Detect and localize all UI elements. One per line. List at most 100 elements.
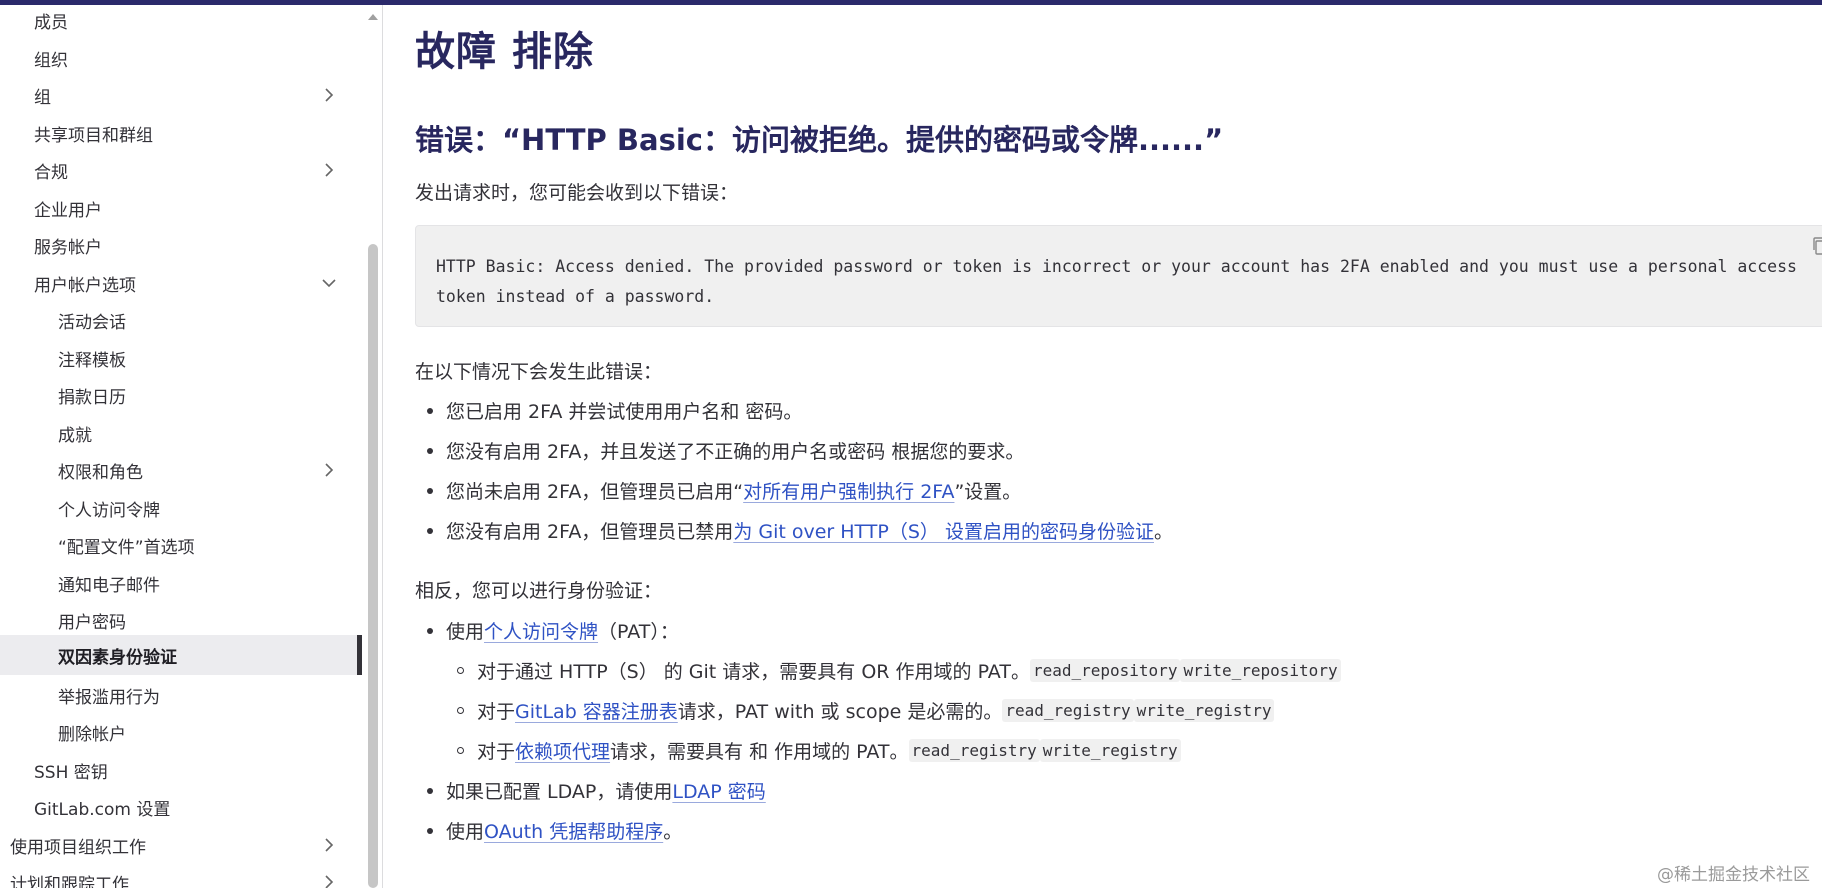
sidebar-item-ssh-keys[interactable]: SSH 密钥 [0, 752, 362, 788]
list-item-text: 对于通过 HTTP（S） 的 Git 请求，需要具有 OR 作用域的 PAT。 [477, 661, 1030, 683]
sidebar-item-label: 成员 [34, 12, 68, 33]
sidebar-item-comment-templates[interactable]: 注释模板 [0, 340, 362, 376]
list-item: 对于 GitLab 容器注册表 请求，PAT with 或 scope 是必需的。… [457, 697, 1275, 724]
error-heading: 错误：“HTTP Basic：访问被拒绝。提供的密码或令牌......” [415, 123, 1224, 157]
list-item-text: 。 [663, 821, 683, 843]
list-item-text: ”设置。 [954, 481, 1022, 503]
sidebar-item-two-factor-auth[interactable]: 双因素身份验证 [0, 635, 362, 675]
sidebar-item-label: 通知电子邮件 [58, 575, 160, 596]
sidebar-item-shared-projects[interactable]: 共享项目和群组 [0, 115, 362, 151]
list-item-text: 请求，PAT with 或 scope 是必需的。 [677, 701, 1003, 723]
list-item: 使用 OAuth 凭据帮助程序。 [427, 817, 682, 844]
sidebar-item-label: 企业用户 [34, 200, 102, 221]
sidebar-item-label: 用户密码 [58, 612, 126, 633]
sidebar-item-achievements[interactable]: 成就 [0, 415, 362, 451]
cases-intro: 在以下情况下会发生此错误： [415, 361, 663, 383]
sidebar-item-groups[interactable]: 组 [0, 77, 362, 113]
list-item-text: 如果已配置 LDAP，请使用 [446, 781, 673, 803]
sidebar-item-notification-emails[interactable]: 通知电子邮件 [0, 565, 362, 601]
sidebar-item-report-abuse[interactable]: 举报滥用行为 [0, 677, 362, 713]
list-item-text: （PAT）： [598, 621, 679, 643]
sidebar-scrollbar-thumb[interactable] [368, 244, 378, 888]
list-item-text: 您已启用 2FA 并尝试使用用户名和 密码。 [446, 401, 803, 423]
inline-code: read_repository [1029, 659, 1181, 682]
sidebar-item-active-sessions[interactable]: 活动会话 [0, 302, 362, 338]
sidebar-item-contribution-calendar[interactable]: 捐款日历 [0, 377, 362, 413]
code-block: HTTP Basic: Access denied. The provided … [415, 225, 1822, 327]
inline-code: write_repository [1180, 659, 1341, 682]
sidebar-item-label: GitLab.com 设置 [34, 799, 171, 820]
bullet [427, 407, 433, 414]
sidebar-item-label: 共享项目和群组 [34, 125, 153, 146]
sidebar-item-delete-account[interactable]: 删除帐户 [0, 714, 362, 750]
sidebar-item-plan-track-work[interactable]: 计划和跟踪工作 [0, 864, 362, 888]
inline-code: read_registry [1002, 699, 1134, 722]
list-item-text: 您没有启用 2FA，但管理员已禁用 [446, 521, 734, 543]
chevron-right-icon[interactable] [320, 461, 338, 479]
sidebar-item-label: 计划和跟踪工作 [10, 874, 129, 888]
watermark: @稀土掘金技术社区 [1657, 865, 1810, 885]
inline-code: write_registry [1133, 699, 1275, 722]
sidebar-divider [382, 5, 383, 888]
sidebar-item-gitlab-com-settings[interactable]: GitLab.com 设置 [0, 789, 362, 825]
list-item: 对于通过 HTTP（S） 的 Git 请求，需要具有 OR 作用域的 PAT。 r… [457, 657, 1341, 684]
list-item: 您已启用 2FA 并尝试使用用户名和 密码。 [427, 397, 802, 424]
code-text: HTTP Basic: Access denied. The provided … [436, 257, 1807, 306]
page-title: 故障 排除 [415, 29, 594, 75]
chevron-down-icon[interactable] [320, 274, 338, 292]
sidebar-item-label: 权限和角色 [58, 462, 143, 483]
sidebar-item-organization[interactable]: 组织 [0, 40, 362, 76]
sidebar-item-compliance[interactable]: 合规 [0, 152, 362, 188]
list-item-text: 对于 [477, 741, 516, 763]
sidebar-item-label: 合规 [34, 162, 68, 183]
sidebar-item-enterprise-users[interactable]: 企业用户 [0, 190, 362, 226]
sidebar-item-profile-preferences[interactable]: “配置文件”首选项 [0, 527, 362, 563]
list-item-text: 您尚未启用 2FA，但管理员已启用“ [446, 481, 744, 503]
sidebar-item-label: 双因素身份验证 [58, 647, 177, 668]
chevron-right-icon[interactable] [320, 836, 338, 854]
sidebar-item-label: 组 [34, 87, 51, 108]
list-item: 对于 依赖项代理 请求，需要具有 和 作用域的 PAT。 read_registry w… [457, 737, 1181, 764]
enforce-2fa-link[interactable]: 对所有用户强制执行 2FA [743, 477, 954, 504]
sidebar-item-label: 捐款日历 [58, 387, 126, 408]
list-item-text: 使用 [446, 621, 485, 643]
list-item: 使用 个人访问令牌 （PAT）： [427, 617, 679, 644]
sidebar-item-label: 成就 [58, 425, 92, 446]
personal-access-token-link[interactable]: 个人访问令牌 [484, 617, 598, 644]
list-item-text: 您没有启用 2FA，并且发送了不正确的用户名或密码 根据您的要求。 [446, 441, 1025, 463]
list-item-text: 请求，需要具有 和 作用域的 PAT。 [610, 741, 909, 763]
chevron-right-icon[interactable] [320, 161, 338, 179]
list-item: 您尚未启用 2FA，但管理员已启用“ 对所有用户强制执行 2FA ”设置。 [427, 477, 1021, 504]
sidebar-item-user-passwords[interactable]: 用户密码 [0, 602, 362, 638]
chevron-right-icon[interactable] [320, 873, 338, 888]
scroll-up-arrow-icon[interactable] [367, 12, 379, 22]
list-item-text: 使用 [446, 821, 485, 843]
sidebar-item-label: SSH 密钥 [34, 762, 108, 783]
chevron-right-icon[interactable] [320, 86, 338, 104]
dependency-proxy-link[interactable]: 依赖项代理 [515, 737, 610, 764]
oauth-credential-helper-link[interactable]: OAuth 凭据帮助程序 [484, 817, 663, 844]
bullet [427, 487, 433, 494]
git-http-password-auth-link[interactable]: 为 Git over HTTP（S） 设置启用的密码身份验证 [733, 517, 1154, 544]
sidebar-item-organize-work[interactable]: 使用项目组织工作 [0, 827, 362, 863]
intro-text: 发出请求时，您可能会收到以下错误： [415, 182, 739, 204]
sidebar-item-members[interactable]: 成员 [0, 5, 362, 38]
sidebar-item-label: 服务帐户 [34, 237, 102, 258]
sidebar-item-service-accounts[interactable]: 服务帐户 [0, 227, 362, 263]
copy-icon[interactable] [1811, 236, 1822, 256]
sidebar-item-label: 组织 [34, 50, 68, 71]
sidebar-item-label: “配置文件”首选项 [58, 537, 195, 558]
bullet [457, 747, 464, 754]
doc-content: 故障 排除 错误：“HTTP Basic：访问被拒绝。提供的密码或令牌.....… [415, 5, 1822, 888]
docs-sidebar: 成员 组织 组 共享项目和群组 合规 企业用户 服务帐户 用户帐户选项 活动会话… [0, 5, 372, 888]
bullet [427, 627, 433, 634]
sidebar-item-label: 活动会话 [58, 312, 126, 333]
sidebar-item-permissions-roles[interactable]: 权限和角色 [0, 452, 362, 488]
bullet [457, 667, 464, 674]
ldap-password-link[interactable]: LDAP 密码 [672, 777, 765, 804]
inline-code: read_registry [908, 739, 1040, 762]
sidebar-item-account-options[interactable]: 用户帐户选项 [0, 265, 362, 301]
sidebar-item-personal-access-tokens[interactable]: 个人访问令牌 [0, 490, 362, 526]
container-registry-link[interactable]: GitLab 容器注册表 [515, 697, 678, 724]
list-item-text: 对于 [477, 701, 516, 723]
